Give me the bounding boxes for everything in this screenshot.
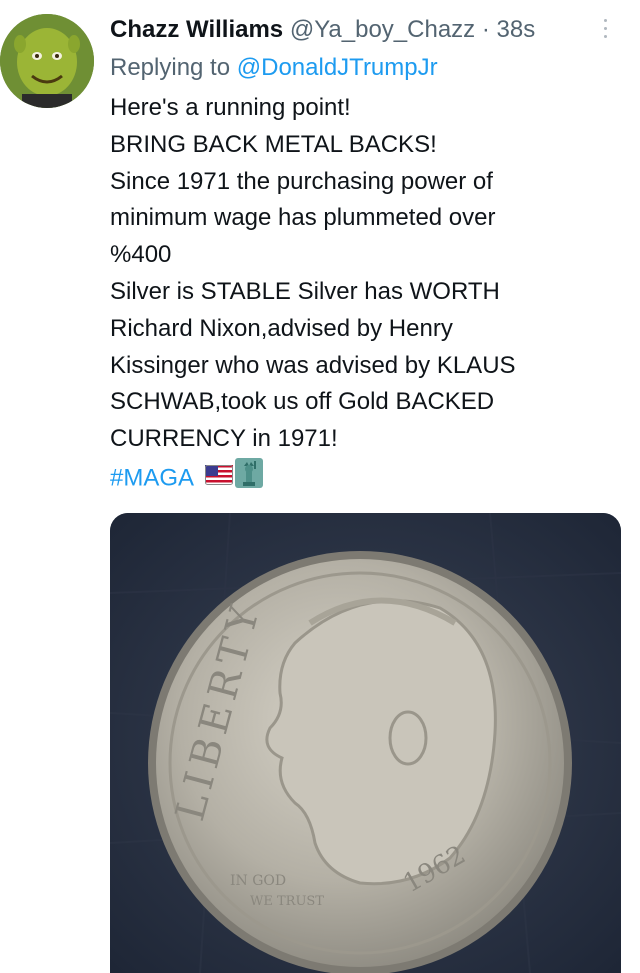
tweet-line: Richard Nixon,advised by Henry — [110, 314, 453, 342]
hashtag-line: #MAGA — [110, 457, 625, 500]
more-options-icon[interactable] — [598, 14, 612, 48]
coin-motto-bottom: WE TRUST — [250, 894, 324, 909]
tweet-text: Here's a running point! BRING BACK METAL… — [110, 90, 625, 500]
tweet-line: %400 — [110, 241, 172, 269]
reply-context: Replying to @DonaldJTrumpJr — [110, 52, 438, 84]
tweet-header: Chazz Williams @Ya_boy_Chazz · 38s — [110, 14, 535, 46]
author-handle[interactable]: @Ya_boy_Chazz — [290, 16, 475, 43]
hashtag-link[interactable]: #MAGA — [110, 464, 193, 491]
tweet-line: BRING BACK METAL BACKS! — [110, 130, 437, 158]
us-flag-icon — [205, 460, 234, 497]
tweet-line: Silver is STABLE Silver has WORTH — [110, 277, 500, 305]
tweet-line: SCHWAB,took us off Gold BACKED — [110, 388, 495, 416]
reply-prefix: Replying to — [110, 54, 231, 81]
avatar[interactable] — [0, 14, 94, 108]
tweet-line: Here's a running point! — [110, 94, 351, 121]
header-separator: · — [481, 16, 490, 43]
tweet-line: Kissinger who was advised by KLAUS — [110, 351, 516, 379]
coin-motto-top: IN GOD — [230, 873, 286, 889]
tweet-photo[interactable]: LIBERTY IN GOD WE TRUST 1962 — [110, 513, 621, 973]
statue-of-liberty-icon — [235, 457, 264, 500]
shrek-avatar-icon — [0, 14, 94, 108]
author-display-name[interactable]: Chazz Williams — [110, 16, 283, 43]
tweet-timestamp[interactable]: 38s — [497, 16, 536, 43]
silver-dime-image: LIBERTY IN GOD WE TRUST 1962 — [110, 513, 621, 973]
tweet-line: minimum wage has plummeted over — [110, 204, 496, 232]
tweet-line: Since 1971 the purchasing power of — [110, 167, 493, 195]
reply-handle-link[interactable]: @DonaldJTrumpJr — [237, 54, 438, 81]
tweet-line: CURRENCY in 1971! — [110, 425, 338, 453]
